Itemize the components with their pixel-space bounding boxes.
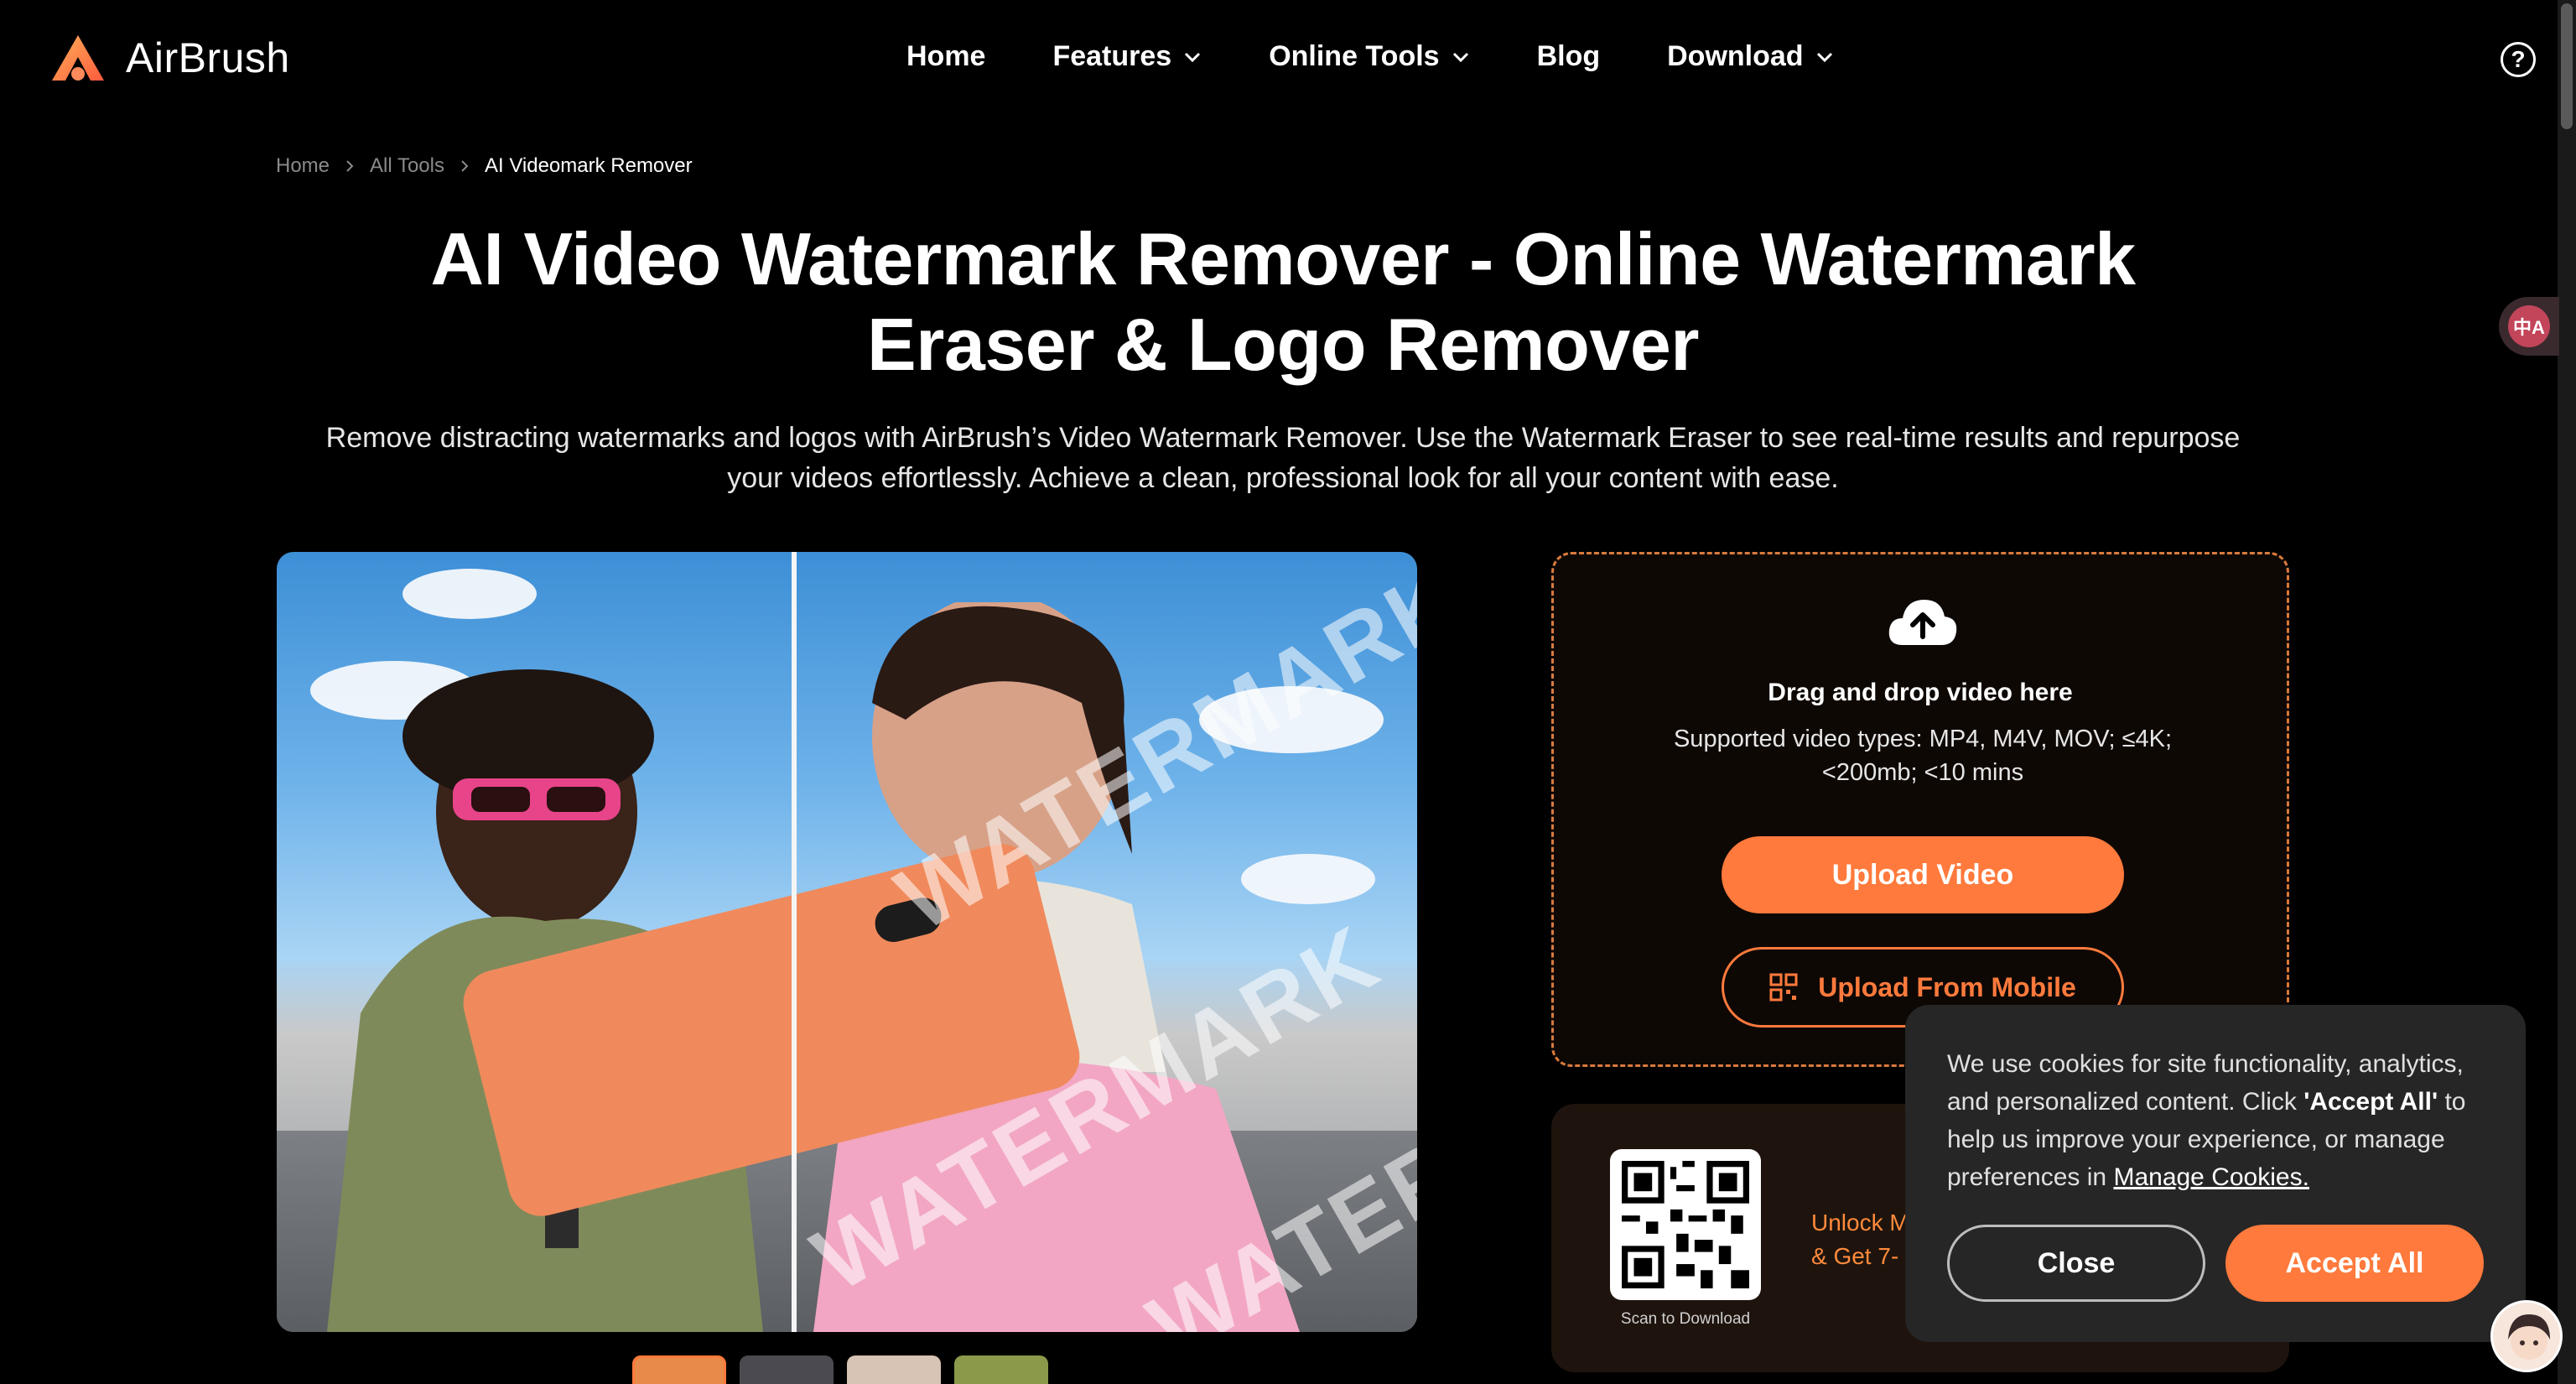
translate-widget[interactable]: 中A: [2499, 297, 2559, 356]
nav-online-tools-label: Online Tools: [1269, 40, 1440, 72]
page-subtitle: Remove distracting watermarks and logos …: [252, 418, 2314, 498]
nav-features-label: Features: [1052, 40, 1172, 72]
breadcrumb-current: AI Videomark Remover: [484, 154, 693, 177]
download-qr-code: [1610, 1149, 1761, 1300]
nav-online-tools[interactable]: Online Tools: [1269, 40, 1469, 73]
breadcrumb-home[interactable]: Home: [276, 154, 330, 178]
brand-name: AirBrush: [126, 34, 290, 81]
page-title: AI Video Watermark Remover - Online Wate…: [168, 216, 2398, 388]
translate-icon: 中A: [2508, 305, 2550, 347]
nav-home[interactable]: Home: [906, 40, 985, 73]
cookie-close-button[interactable]: Close: [1947, 1225, 2205, 1302]
upload-from-mobile-label: Upload From Mobile: [1818, 971, 2076, 1002]
chevron-down-icon: [1452, 52, 1468, 62]
thumbnail-4[interactable]: [954, 1355, 1048, 1384]
breadcrumb: Home All Tools AI Videomark Remover: [276, 154, 693, 178]
site-header: AirBrush Home Features Online Tools Blog…: [0, 0, 2576, 117]
cloud-shape: [402, 569, 537, 619]
scrollbar-thumb[interactable]: [2561, 3, 2573, 129]
manage-cookies-link[interactable]: Manage Cookies.: [2113, 1163, 2309, 1191]
chevron-down-icon: [1816, 52, 1832, 62]
qr-code-icon: [1769, 973, 1798, 1002]
thumbnail-3[interactable]: [847, 1355, 941, 1384]
supported-line1: Supported video types: MP4, M4V, MOV; ≤4…: [1673, 726, 2173, 752]
page-title-line1: AI Video Watermark Remover - Online Wate…: [430, 217, 2136, 300]
assistant-avatar-icon: [2508, 1314, 2550, 1360]
cloud-upload-icon: [1888, 600, 1957, 645]
subtitle-line1: Remove distracting watermarks and logos …: [325, 422, 2241, 454]
help-icon[interactable]: ?: [2501, 42, 2536, 77]
nav-features[interactable]: Features: [1052, 40, 1202, 73]
before-after-preview[interactable]: WATERMARK WATERMARK WATERMARK: [277, 552, 1417, 1332]
promo-text: Unlock M & Get 7-: [1811, 1206, 1912, 1273]
chevron-right-icon: [461, 160, 469, 172]
cookie-accept-quote: 'Accept All': [2303, 1088, 2438, 1116]
subtitle-line2: your videos effortlessly. Achieve a clea…: [727, 462, 1839, 494]
nav-blog[interactable]: Blog: [1537, 40, 1601, 73]
chevron-right-icon: [346, 160, 354, 172]
thumbnail-1[interactable]: [632, 1355, 726, 1384]
brand-logo[interactable]: AirBrush: [49, 32, 290, 84]
airbrush-logo-icon: [52, 35, 104, 81]
breadcrumb-all-tools[interactable]: All Tools: [370, 154, 444, 178]
nav-download[interactable]: Download: [1667, 40, 1833, 73]
page-title-line2: Eraser & Logo Remover: [866, 303, 1700, 386]
upload-video-button[interactable]: Upload Video: [1722, 836, 2124, 913]
upload-dropzone[interactable]: Drag and drop video here Supported video…: [1551, 552, 2289, 1067]
supported-line2: <200mb; <10 mins: [1821, 759, 2024, 786]
main-nav: Home Features Online Tools Blog Download: [906, 40, 1901, 73]
promo-text-line1: Unlock M: [1811, 1210, 1909, 1236]
chevron-down-icon: [1185, 52, 1201, 62]
nav-blog-label: Blog: [1536, 40, 1601, 72]
page-scrollbar[interactable]: [2558, 0, 2576, 1384]
cookie-message: We use cookies for site functionality, a…: [1947, 1045, 2501, 1196]
thumbnail-2[interactable]: [740, 1355, 834, 1384]
scan-to-download-text: Scan to Download: [1620, 1310, 1751, 1328]
promo-text-line2: & Get 7-: [1811, 1243, 1899, 1269]
cookie-accept-all-button[interactable]: Accept All: [2225, 1225, 2484, 1302]
comparison-slider[interactable]: [792, 552, 797, 1332]
cookie-consent-popup: We use cookies for site functionality, a…: [1905, 1005, 2526, 1342]
nav-home-label: Home: [906, 40, 986, 72]
nav-download-label: Download: [1667, 40, 1804, 72]
preview-thumbnails: [632, 1355, 1062, 1384]
qr-code-icon: [1622, 1161, 1749, 1288]
drag-drop-text: Drag and drop video here: [1768, 679, 2073, 706]
assistant-avatar[interactable]: [2490, 1300, 2563, 1372]
supported-types: Supported video types: MP4, M4V, MOV; ≤4…: [1646, 722, 2199, 789]
